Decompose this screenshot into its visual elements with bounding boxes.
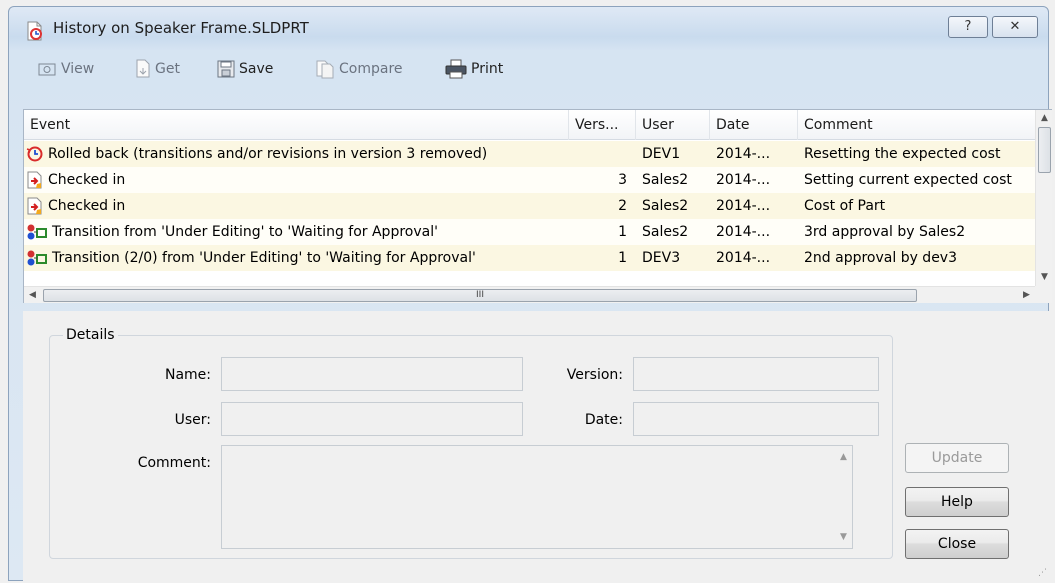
- date-cell: 2014-...: [716, 172, 771, 188]
- history-dialog: History on Speaker Frame.SLDPRT ? ✕ View…: [8, 6, 1052, 582]
- version-label: Version:: [566, 367, 623, 383]
- user-cell: Sales2: [642, 198, 689, 214]
- date-cell: 2014-...: [716, 146, 771, 162]
- table-row[interactable]: Transition from 'Under Editing' to 'Wait…: [24, 219, 1035, 245]
- view-label: View: [61, 61, 95, 77]
- compare-icon: [315, 59, 335, 79]
- save-label: Save: [239, 61, 274, 77]
- toolbar-get-button[interactable]: Get: [135, 57, 180, 81]
- compare-label: Compare: [339, 61, 403, 77]
- event-cell: Rolled back (transitions and/or revision…: [26, 141, 566, 167]
- table-row[interactable]: Transition (2/0) from 'Under Editing' to…: [24, 245, 1035, 271]
- col-header-date[interactable]: Date: [710, 110, 798, 140]
- scroll-down-icon[interactable]: ▼: [1036, 269, 1053, 286]
- comment-cell: Cost of Part: [804, 198, 886, 214]
- scroll-right-icon[interactable]: ▶: [1018, 287, 1035, 304]
- event-text: Rolled back (transitions and/or revision…: [48, 146, 488, 162]
- event-text: Transition (2/0) from 'Under Editing' to…: [52, 250, 476, 266]
- window-title: History on Speaker Frame.SLDPRT: [53, 19, 309, 37]
- title-bar[interactable]: History on Speaker Frame.SLDPRT ? ✕: [9, 7, 1048, 47]
- history-rows: Rolled back (transitions and/or revision…: [24, 141, 1035, 271]
- horizontal-scroll-thumb[interactable]: III: [43, 289, 917, 302]
- user-cell: Sales2: [642, 224, 689, 240]
- print-icon: [445, 59, 467, 79]
- name-label: Name:: [164, 367, 211, 383]
- table-row[interactable]: Checked in 3 Sales2 2014-... Setting current…: [24, 167, 1035, 193]
- table-row[interactable]: Rolled back (transitions and/or revision…: [24, 141, 1035, 167]
- event-cell: Checked in: [26, 193, 566, 219]
- help-button[interactable]: Help: [905, 487, 1009, 517]
- vertical-scroll-thumb[interactable]: [1038, 127, 1051, 173]
- toolbar-view-button[interactable]: View: [37, 57, 94, 81]
- toolbar-compare-button[interactable]: Compare: [315, 57, 403, 81]
- transition-icon: [26, 249, 48, 267]
- date-cell: 2014-...: [716, 198, 771, 214]
- user-cell: Sales2: [642, 172, 689, 188]
- comment-cell: 2nd approval by dev3: [804, 250, 958, 266]
- save-icon: [217, 60, 235, 78]
- resize-grip-icon[interactable]: ⋰: [1038, 568, 1048, 578]
- update-button[interactable]: Update: [905, 443, 1009, 473]
- version-field[interactable]: [633, 357, 879, 391]
- event-text: Checked in: [48, 198, 126, 214]
- name-field[interactable]: [221, 357, 523, 391]
- date-field[interactable]: [633, 402, 879, 436]
- scroll-corner: [1035, 286, 1052, 303]
- col-header-event[interactable]: Event: [24, 110, 569, 140]
- event-cell: Transition from 'Under Editing' to 'Wait…: [26, 219, 566, 245]
- close-button[interactable]: Close: [905, 529, 1009, 559]
- comment-cell: Setting current expected cost: [804, 172, 1012, 188]
- date-cell: 2014-...: [716, 250, 771, 266]
- history-list[interactable]: Event Vers... User Date Comment Rolled b…: [23, 109, 1052, 303]
- version-cell: 1: [618, 250, 627, 266]
- col-header-version[interactable]: Vers...: [569, 110, 636, 140]
- comment-textarea[interactable]: ▲ ▼: [221, 445, 853, 549]
- version-cell: 2: [618, 198, 627, 214]
- comment-label: Comment:: [137, 455, 211, 471]
- comment-cell: 3rd approval by Sales2: [804, 224, 966, 240]
- date-cell: 2014-...: [716, 224, 771, 240]
- title-help-button[interactable]: ?: [948, 16, 988, 38]
- checkin-icon: [26, 171, 44, 189]
- comment-scroll-up-icon[interactable]: ▲: [835, 452, 852, 462]
- user-label: User:: [174, 412, 211, 428]
- get-label: Get: [155, 61, 180, 77]
- vertical-scrollbar[interactable]: ▲ ▼: [1035, 110, 1052, 286]
- view-icon: [37, 60, 57, 78]
- details-group-label: Details: [63, 327, 118, 343]
- checkin-icon: [26, 197, 44, 215]
- event-cell: Checked in: [26, 167, 566, 193]
- event-cell: Transition (2/0) from 'Under Editing' to…: [26, 245, 566, 271]
- list-header: Event Vers... User Date Comment: [24, 110, 1035, 140]
- get-icon: [135, 59, 151, 79]
- col-header-comment[interactable]: Comment: [798, 110, 1035, 140]
- event-text: Transition from 'Under Editing' to 'Wait…: [52, 224, 438, 240]
- scroll-left-icon[interactable]: ◀: [24, 287, 41, 304]
- comment-scrollbar[interactable]: ▲ ▼: [835, 446, 852, 548]
- scroll-up-icon[interactable]: ▲: [1036, 110, 1053, 127]
- date-label: Date:: [584, 412, 623, 428]
- horizontal-scrollbar[interactable]: ◀ III ▶: [24, 286, 1035, 303]
- event-text: Checked in: [48, 172, 126, 188]
- comment-scroll-down-icon[interactable]: ▼: [835, 532, 852, 542]
- print-label: Print: [471, 61, 504, 77]
- user-cell: DEV1: [642, 146, 681, 162]
- user-field[interactable]: [221, 402, 523, 436]
- col-header-user[interactable]: User: [636, 110, 710, 140]
- toolbar-save-button[interactable]: Save: [217, 57, 273, 81]
- toolbar: View Get Save Compare Print: [9, 51, 1048, 87]
- table-row[interactable]: Checked in 2 Sales2 2014-... Cost of Part: [24, 193, 1035, 219]
- version-cell: 1: [618, 224, 627, 240]
- history-file-icon: [25, 21, 45, 41]
- rollback-icon: [26, 145, 44, 163]
- user-cell: DEV3: [642, 250, 681, 266]
- toolbar-print-button[interactable]: Print: [445, 57, 503, 81]
- version-cell: 3: [618, 172, 627, 188]
- version-cell: [569, 141, 633, 167]
- title-close-button[interactable]: ✕: [992, 16, 1038, 38]
- transition-icon: [26, 223, 48, 241]
- comment-cell: Resetting the expected cost: [804, 146, 1001, 162]
- details-panel: Details Name: Version: User: Date: Comme…: [23, 311, 1052, 582]
